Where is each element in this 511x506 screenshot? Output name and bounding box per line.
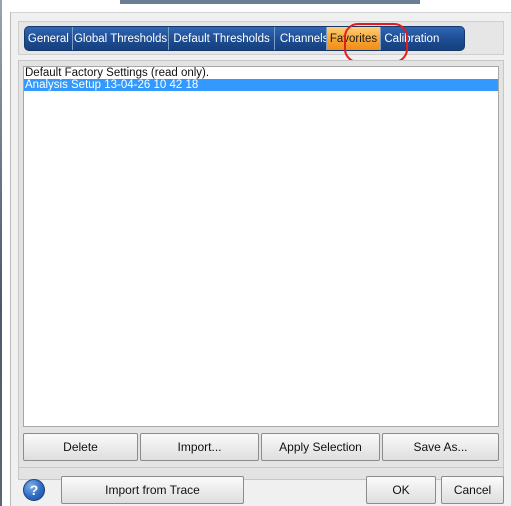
cancel-button[interactable]: Cancel	[441, 476, 504, 504]
settings-dialog: General Global Thresholds Default Thresh…	[10, 12, 511, 506]
apply-selection-button[interactable]: Apply Selection	[261, 433, 380, 461]
tab-general[interactable]: General	[25, 27, 73, 50]
help-icon[interactable]: ?	[23, 479, 45, 501]
ok-button[interactable]: OK	[366, 476, 436, 504]
tab-bar: General Global Thresholds Default Thresh…	[18, 21, 504, 55]
delete-button[interactable]: Delete	[23, 433, 138, 461]
favorites-panel: Default Factory Settings (read only). An…	[18, 60, 504, 480]
favorites-button-row: Delete Import... Apply Selection Save As…	[23, 433, 499, 461]
import-from-trace-button[interactable]: Import from Trace	[61, 476, 244, 504]
window-edge	[0, 0, 2, 506]
tab-channels[interactable]: Channels	[274, 27, 327, 50]
list-item-analysis-setup[interactable]: Analysis Setup 13-04-26 10 42 18	[24, 79, 498, 91]
tab-global-thresholds[interactable]: Global Thresholds	[72, 27, 170, 50]
save-as-button[interactable]: Save As...	[382, 433, 499, 461]
tab-default-thresholds[interactable]: Default Thresholds	[169, 27, 275, 50]
tab-strip: General Global Thresholds Default Thresh…	[24, 26, 465, 51]
tab-calibration[interactable]: Calibration	[381, 27, 464, 50]
tab-favorites[interactable]: Favorites	[326, 27, 382, 50]
title-strip	[120, 0, 420, 4]
list-item-default-factory[interactable]: Default Factory Settings (read only).	[24, 67, 498, 79]
footer-separator	[18, 467, 504, 468]
favorites-list[interactable]: Default Factory Settings (read only). An…	[23, 66, 499, 427]
import-button[interactable]: Import...	[140, 433, 259, 461]
